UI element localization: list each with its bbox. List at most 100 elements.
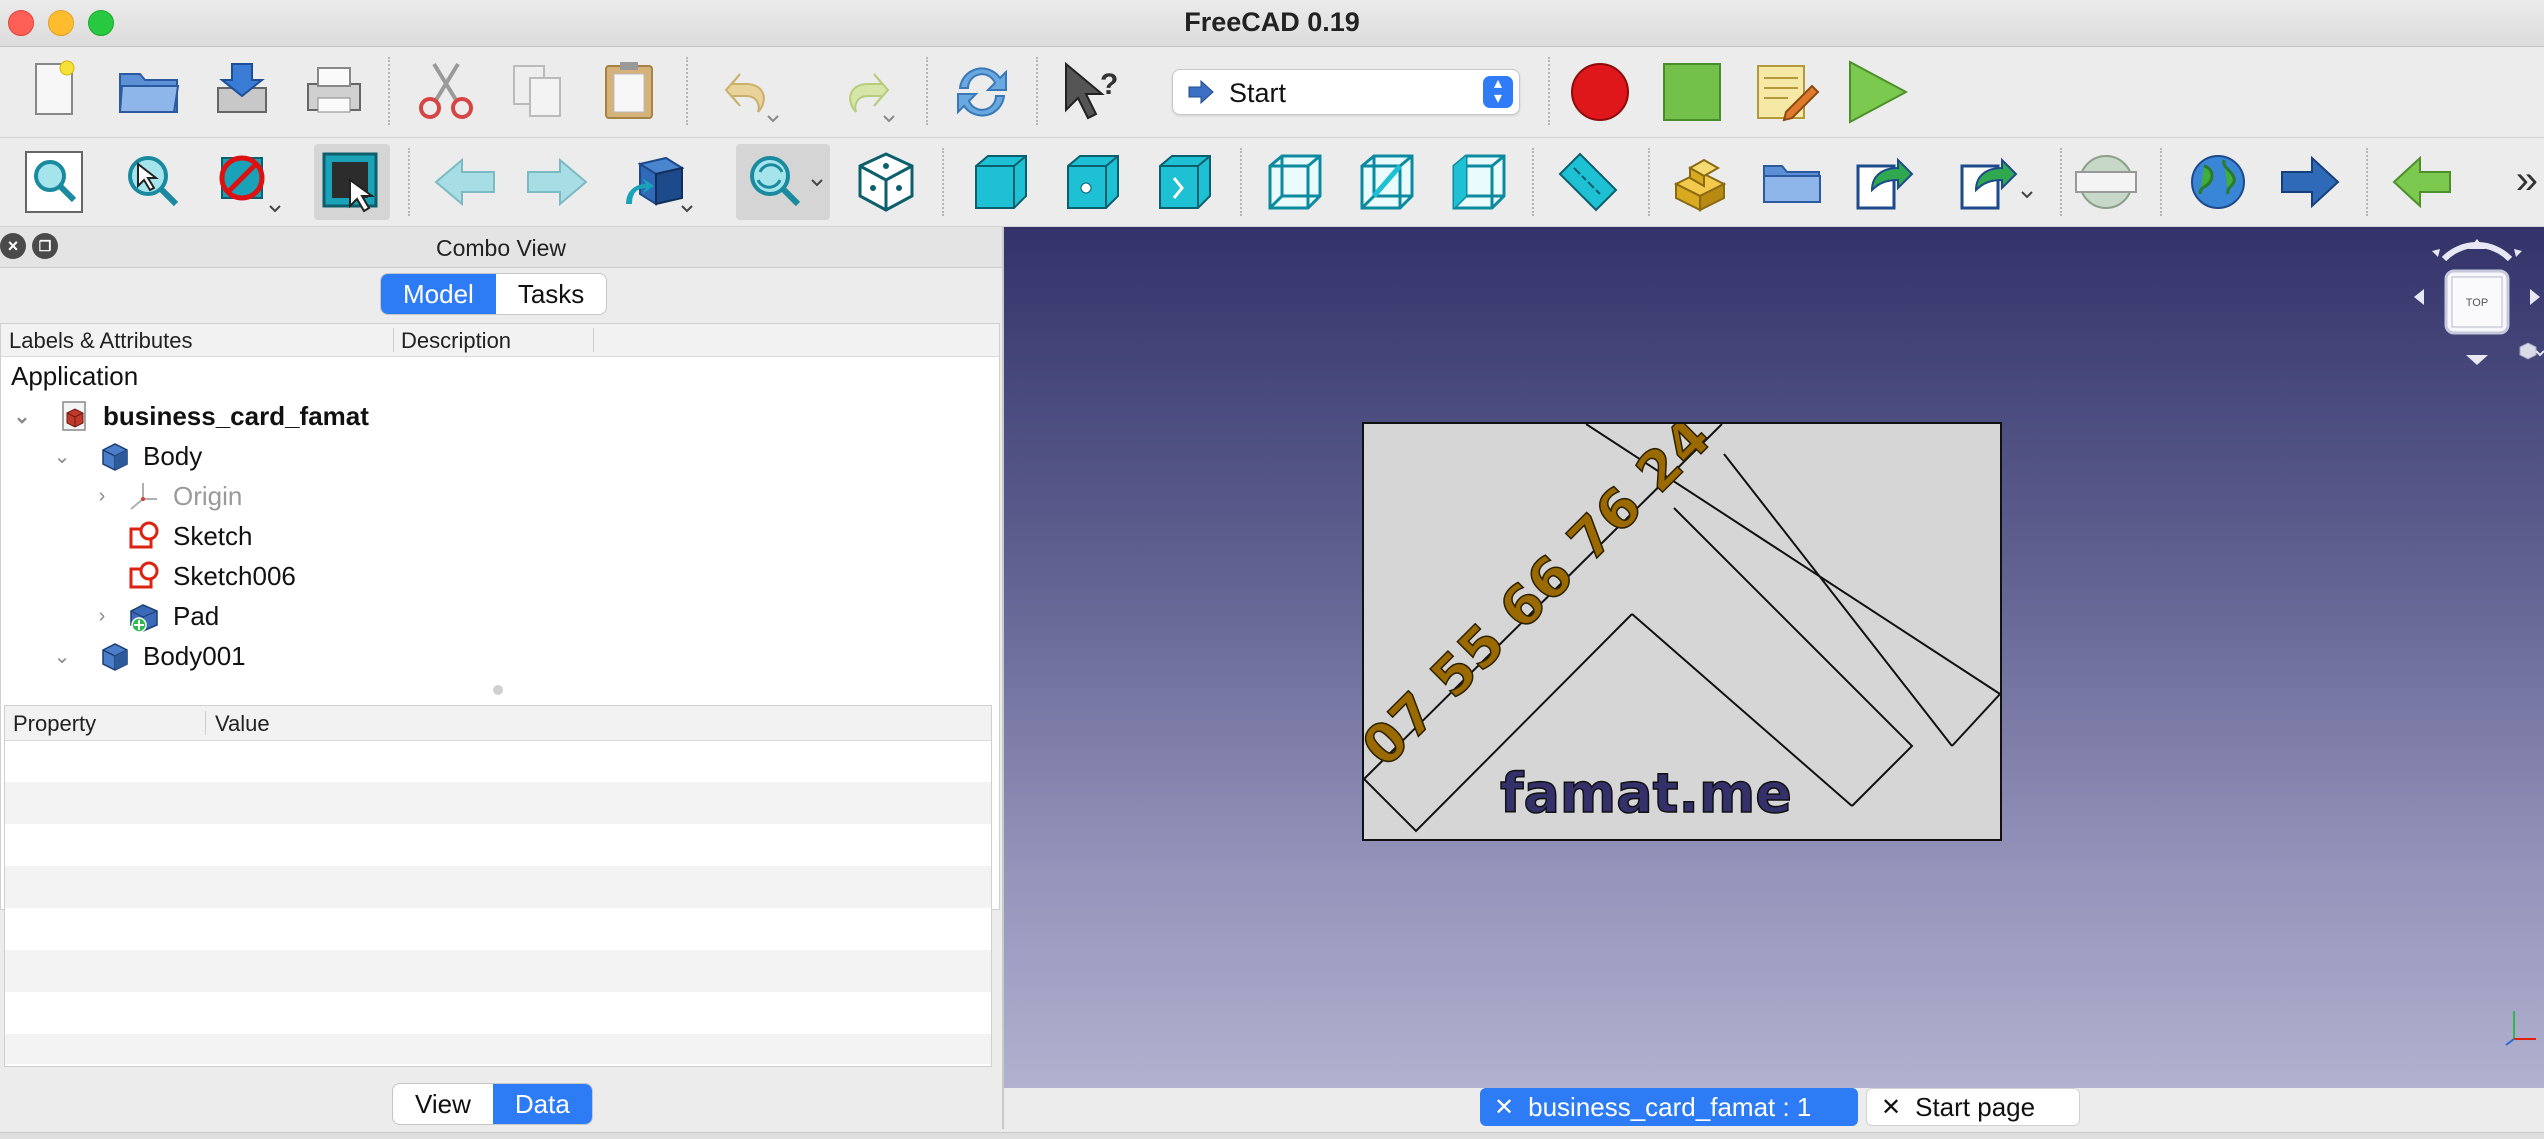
- body-icon: [97, 639, 131, 673]
- main-toolbar: ? Start ▴ ▾: [0, 47, 2544, 138]
- tab-data[interactable]: Data: [492, 1084, 592, 1124]
- tab-model[interactable]: Model: [381, 274, 496, 314]
- property-row: [5, 824, 991, 866]
- chevron-down-icon[interactable]: ⌄: [9, 404, 35, 429]
- 3d-viewport[interactable]: 07 55 66 76 24 famat.me TOP: [1004, 227, 2544, 1088]
- sync-view-icon[interactable]: [618, 144, 694, 220]
- right-view-icon[interactable]: [1146, 144, 1222, 220]
- tab-view[interactable]: View: [393, 1084, 493, 1124]
- tree-column-labels[interactable]: Labels & Attributes: [9, 328, 192, 354]
- new-document-icon[interactable]: [20, 54, 96, 130]
- tree-item-sketch006[interactable]: Sketch006: [127, 556, 296, 596]
- whats-this-icon[interactable]: ?: [1054, 54, 1130, 130]
- combo-view-header: × ❐ Combo View: [0, 227, 1002, 268]
- measure-icon[interactable]: [1550, 144, 1626, 220]
- macro-edit-icon[interactable]: [1746, 54, 1822, 130]
- property-column-value[interactable]: Value: [215, 711, 270, 737]
- chevron-right-icon[interactable]: ›: [89, 485, 115, 508]
- front-view-icon[interactable]: [962, 144, 1038, 220]
- web-forward-icon[interactable]: [2272, 144, 2348, 220]
- macro-stop-icon[interactable]: [1654, 54, 1730, 130]
- property-row: [5, 950, 991, 992]
- tree-item-label: Origin: [173, 480, 243, 511]
- property-row: [5, 1034, 991, 1064]
- tree-column-description[interactable]: Description: [401, 328, 511, 354]
- tree-item-label: Body: [143, 440, 203, 471]
- close-icon[interactable]: ✕: [1494, 1093, 1514, 1122]
- std-view-menu-icon[interactable]: [736, 144, 830, 220]
- tree-item-label: Application: [11, 360, 139, 391]
- tree-item-label: Pad: [173, 600, 220, 631]
- bottom-view-icon[interactable]: [1348, 144, 1424, 220]
- link-icon[interactable]: [1846, 144, 1922, 220]
- macro-run-icon[interactable]: [1838, 54, 1914, 130]
- tree-item-origin[interactable]: › Origin: [89, 476, 243, 516]
- combo-view-tabs: Model Tasks: [380, 273, 608, 315]
- group-icon[interactable]: [1754, 144, 1830, 220]
- workbench-selector[interactable]: Start ▴ ▾: [1172, 69, 1520, 115]
- forward-icon[interactable]: [518, 144, 594, 220]
- redo-icon[interactable]: [826, 54, 902, 130]
- navigation-cube[interactable]: TOP: [2410, 235, 2544, 375]
- fit-selection-icon[interactable]: [112, 144, 188, 220]
- view-toolbar: »: [0, 138, 2544, 227]
- save-icon[interactable]: [206, 54, 282, 130]
- web-navigation-icon[interactable]: [2068, 144, 2144, 220]
- card-website-text: famat.me: [1499, 761, 1792, 826]
- sketch-icon: [127, 519, 161, 553]
- close-icon[interactable]: ✕: [1881, 1093, 1901, 1122]
- tree-item-body[interactable]: ⌄ Body: [49, 436, 202, 476]
- document-tab-business-card[interactable]: ✕ business_card_famat : 1: [1480, 1088, 1858, 1126]
- refresh-icon[interactable]: [944, 54, 1020, 130]
- panel-splitter-handle[interactable]: [493, 685, 503, 695]
- origin-icon: [127, 479, 161, 513]
- tree-item-document[interactable]: ⌄ business_card_famat: [9, 396, 369, 436]
- sketch-icon: [127, 559, 161, 593]
- web-start-icon[interactable]: [2180, 144, 2256, 220]
- link-actions-icon[interactable]: [1950, 144, 2042, 220]
- copy-icon[interactable]: [500, 54, 576, 130]
- chevron-right-icon[interactable]: ›: [89, 605, 115, 628]
- document-tab-label: Start page: [1915, 1091, 2036, 1122]
- open-folder-icon[interactable]: [112, 54, 188, 130]
- macro-record-icon[interactable]: [1562, 54, 1638, 130]
- property-view-tabs: View Data: [392, 1083, 593, 1125]
- document-tab-start-page[interactable]: ✕ Start page: [1866, 1088, 2080, 1126]
- tree-item-body001[interactable]: ⌄ Body001: [49, 636, 246, 676]
- part-icon[interactable]: [1662, 144, 1738, 220]
- tree-header: Labels & Attributes Description: [1, 324, 999, 357]
- property-row: [5, 740, 991, 782]
- title-bar: FreeCAD 0.19: [0, 0, 2544, 47]
- web-back-icon[interactable]: [2384, 144, 2460, 220]
- print-icon[interactable]: [296, 54, 372, 130]
- paste-icon[interactable]: [592, 54, 668, 130]
- business-card-model[interactable]: 07 55 66 76 24 famat.me: [1362, 422, 2002, 841]
- chevron-down-icon[interactable]: ⌄: [49, 644, 75, 669]
- back-icon[interactable]: [428, 144, 504, 220]
- toolbar-overflow-icon[interactable]: »: [2516, 158, 2538, 203]
- property-row: [5, 908, 991, 950]
- workbench-label: Start: [1229, 78, 1287, 108]
- tree-item-label: business_card_famat: [103, 400, 369, 431]
- draw-style-icon[interactable]: [212, 144, 288, 220]
- fit-all-icon[interactable]: [18, 144, 94, 220]
- rear-view-icon[interactable]: [1256, 144, 1332, 220]
- isometric-icon[interactable]: [848, 144, 924, 220]
- tree-item-label: Body001: [143, 640, 246, 671]
- body-icon: [97, 439, 131, 473]
- property-row: [5, 992, 991, 1034]
- undo-icon[interactable]: [712, 54, 788, 130]
- tree-item-pad[interactable]: › Pad: [89, 596, 219, 636]
- left-view-icon[interactable]: [1440, 144, 1516, 220]
- cut-icon[interactable]: [408, 54, 484, 130]
- bounding-box-icon[interactable]: [314, 144, 390, 220]
- document-tab-bar: ✕ business_card_famat : 1 ✕ Start page: [1004, 1088, 2544, 1132]
- axis-indicator: [2500, 1005, 2540, 1049]
- tab-tasks[interactable]: Tasks: [496, 274, 606, 314]
- tree-item-sketch[interactable]: Sketch: [127, 516, 253, 556]
- chevron-down-icon[interactable]: ⌄: [49, 444, 75, 469]
- property-column-name[interactable]: Property: [13, 711, 96, 737]
- svg-text:?: ?: [1100, 68, 1118, 101]
- tree-item-application[interactable]: Application: [11, 356, 138, 396]
- top-view-icon[interactable]: [1054, 144, 1130, 220]
